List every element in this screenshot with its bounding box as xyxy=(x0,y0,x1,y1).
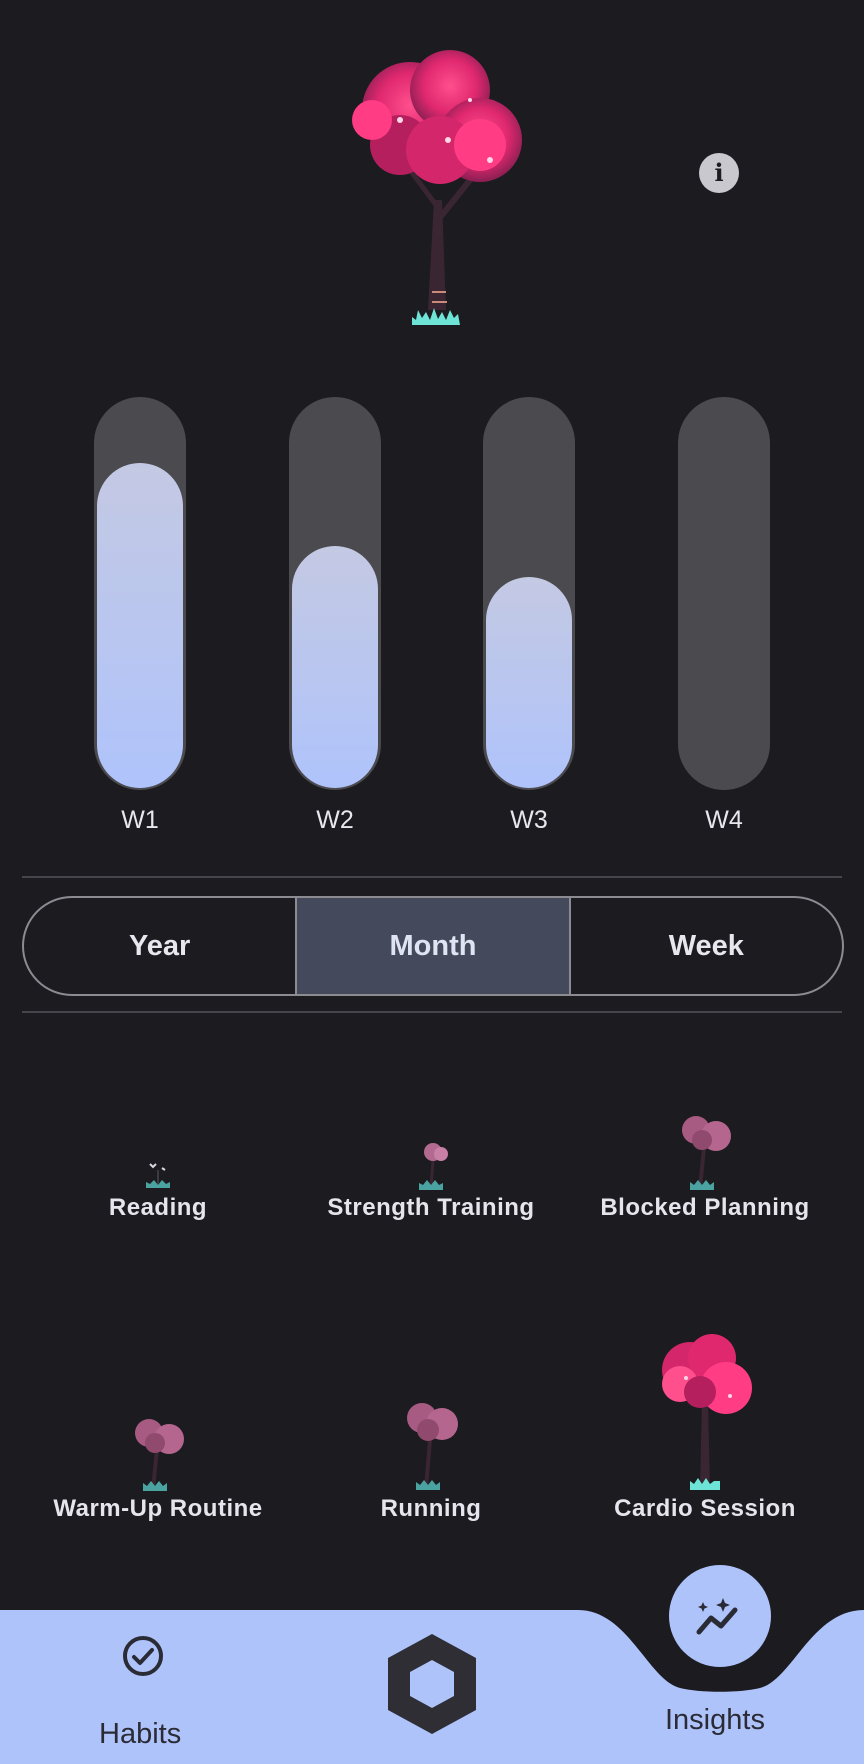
habit-card-strength-training[interactable]: Strength Training xyxy=(296,1138,566,1221)
habit-label: Cardio Session xyxy=(614,1495,796,1522)
habit-label: Warm-Up Routine xyxy=(53,1495,263,1522)
habit-label: Strength Training xyxy=(327,1194,535,1221)
info-icon: i xyxy=(714,158,724,187)
hexagon-icon xyxy=(388,1634,476,1734)
habit-label: Blocked Planning xyxy=(600,1194,810,1221)
habit-card-warm-up-routine[interactable]: Warm-Up Routine xyxy=(23,1413,293,1522)
bar-track-w4 xyxy=(678,397,770,790)
bar-track-w3 xyxy=(483,397,575,790)
habit-card-blocked-planning[interactable]: Blocked Planning xyxy=(570,1112,840,1221)
bar-label: W3 xyxy=(510,806,548,834)
period-option-month[interactable]: Month xyxy=(295,898,569,994)
bar-track-w1 xyxy=(94,397,186,790)
hero-tree-illustration xyxy=(352,50,522,325)
bar-label: W4 xyxy=(705,806,743,834)
period-option-week[interactable]: Week xyxy=(568,898,842,994)
divider-top xyxy=(22,876,842,878)
young-tree-icon xyxy=(407,1403,458,1490)
divider-bottom xyxy=(22,1011,842,1013)
bar-label: W1 xyxy=(121,806,159,834)
nav-insights-button[interactable] xyxy=(669,1565,771,1667)
bar-label: W2 xyxy=(316,806,354,834)
habit-card-cardio-session[interactable]: Cardio Session xyxy=(570,1330,840,1522)
nav-home-button[interactable] xyxy=(380,1628,484,1740)
nav-habits-tab[interactable]: Habits xyxy=(60,1630,228,1750)
bar-fill-w1 xyxy=(97,463,183,788)
bar-fill-w3 xyxy=(486,576,572,788)
sprout-tree-icon xyxy=(146,1163,170,1188)
young-tree-icon xyxy=(682,1116,731,1190)
habit-label: Running xyxy=(380,1495,482,1522)
period-option-year[interactable]: Year xyxy=(24,898,295,994)
sparkle-chart-icon xyxy=(696,1598,738,1635)
nav-insights-label: Insights xyxy=(665,1704,765,1736)
habit-label: Reading xyxy=(108,1194,208,1221)
habit-card-running[interactable]: Running xyxy=(296,1400,566,1522)
nav-habits-label: Habits xyxy=(99,1718,182,1750)
bar-fill-w2 xyxy=(292,545,378,788)
habit-card-reading[interactable]: Reading xyxy=(23,1150,293,1221)
check-circle-icon xyxy=(123,1636,163,1676)
seedling-tree-icon xyxy=(419,1143,448,1190)
info-button[interactable]: i xyxy=(699,153,739,193)
blooming-tree-icon xyxy=(662,1334,752,1490)
young-tree-icon xyxy=(135,1419,184,1491)
bar-track-w2 xyxy=(289,397,381,790)
period-toggle[interactable]: Year Month Week xyxy=(22,896,844,996)
